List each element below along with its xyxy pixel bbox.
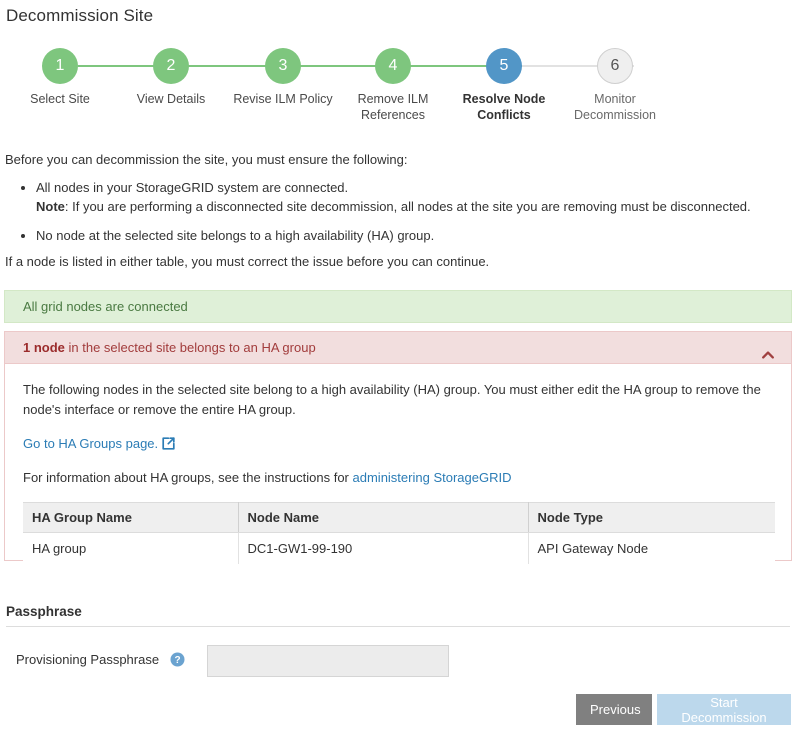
page-title: Decommission Site [6, 6, 153, 26]
start-decommission-button[interactable]: Start Decommission [657, 694, 791, 725]
intro-lead-text: Before you can decommission the site, yo… [5, 152, 791, 167]
cell-node-type: API Gateway Node [528, 533, 775, 565]
column-header-node-name[interactable]: Node Name [238, 503, 528, 533]
panel-info-row: For information about HA groups, see the… [23, 468, 773, 488]
column-header-ha-group-name[interactable]: HA Group Name [23, 503, 238, 533]
step-label-6: Monitor Decommission [560, 91, 670, 123]
passphrase-section-title: Passphrase [6, 604, 790, 627]
step-number-4: 4 [375, 48, 411, 84]
ha-conflict-table: HA Group Name Node Name Node Type HA gro… [23, 502, 775, 564]
requirement-item-no-ha-group: No node at the selected site belongs to … [36, 226, 791, 245]
stepper-step-select-site[interactable]: 1 Select Site [5, 48, 115, 107]
administering-storagegrid-link[interactable]: administering StorageGRID [353, 470, 512, 485]
banner-all-nodes-connected[interactable]: All grid nodes are connected [4, 290, 792, 323]
chevron-up-icon[interactable] [761, 342, 775, 356]
stepper-step-remove-ilm-references[interactable]: 4 Remove ILM References [338, 48, 448, 123]
step-number-6: 6 [597, 48, 633, 84]
panel-info-prefix: For information about HA groups, see the… [23, 470, 353, 485]
intro-closing-text: If a node is listed in either table, you… [5, 254, 791, 269]
help-circle-icon[interactable]: ? [170, 652, 185, 667]
provisioning-passphrase-input[interactable] [207, 645, 449, 677]
panel-ha-link-row: Go to HA Groups page. [23, 434, 773, 454]
stepper-step-monitor-decommission[interactable]: 6 Monitor Decommission [560, 48, 670, 123]
requirement-nodes-connected-text: All nodes in your StorageGRID system are… [36, 180, 348, 195]
table-header-row: HA Group Name Node Name Node Type [23, 503, 775, 533]
requirement-no-ha-group-text: No node at the selected site belongs to … [36, 228, 434, 243]
stepper-step-revise-ilm-policy[interactable]: 3 Revise ILM Policy [228, 48, 338, 107]
step-number-5: 5 [486, 48, 522, 84]
banner-ha-group-conflict[interactable]: 1 node in the selected site belongs to a… [4, 331, 792, 364]
external-link-icon[interactable] [162, 436, 175, 449]
go-to-ha-groups-link[interactable]: Go to HA Groups page. [23, 436, 158, 451]
table-row[interactable]: HA group DC1-GW1-99-190 API Gateway Node [23, 533, 775, 565]
step-label-5: Resolve Node Conflicts [449, 91, 559, 123]
step-number-3: 3 [265, 48, 301, 84]
step-number-1: 1 [42, 48, 78, 84]
step-label-1: Select Site [5, 91, 115, 107]
banner-error-text: in the selected site belongs to an HA gr… [65, 340, 316, 355]
cell-node-name: DC1-GW1-99-190 [238, 533, 528, 565]
column-header-node-type[interactable]: Node Type [528, 503, 775, 533]
requirement-note-line: Note: If you are performing a disconnect… [36, 197, 791, 216]
step-label-4: Remove ILM References [338, 91, 448, 123]
requirement-item-nodes-connected: All nodes in your StorageGRID system are… [36, 178, 791, 216]
step-label-3: Revise ILM Policy [228, 91, 338, 107]
provisioning-passphrase-row: Provisioning Passphrase ? [6, 645, 606, 679]
note-label: Note [36, 199, 65, 214]
ha-conflict-detail-panel: The following nodes in the selected site… [4, 364, 792, 561]
svg-text:?: ? [174, 655, 180, 666]
decommission-stepper: 1 Select Site 2 View Details 3 Revise IL… [0, 48, 796, 138]
step-label-2: View Details [116, 91, 226, 107]
stepper-step-view-details[interactable]: 2 View Details [116, 48, 226, 107]
step-number-2: 2 [153, 48, 189, 84]
note-text: : If you are performing a disconnected s… [65, 199, 751, 214]
banner-success-text: All grid nodes are connected [23, 299, 188, 314]
previous-button[interactable]: Previous [576, 694, 652, 725]
provisioning-passphrase-label: Provisioning Passphrase [16, 652, 159, 667]
stepper-step-resolve-node-conflicts[interactable]: 5 Resolve Node Conflicts [449, 48, 559, 123]
requirements-intro: Before you can decommission the site, yo… [5, 152, 791, 269]
panel-description: The following nodes in the selected site… [23, 380, 773, 420]
banner-error-count: 1 node [23, 340, 65, 355]
cell-ha-group-name: HA group [23, 533, 238, 565]
requirements-list: All nodes in your StorageGRID system are… [5, 178, 791, 245]
